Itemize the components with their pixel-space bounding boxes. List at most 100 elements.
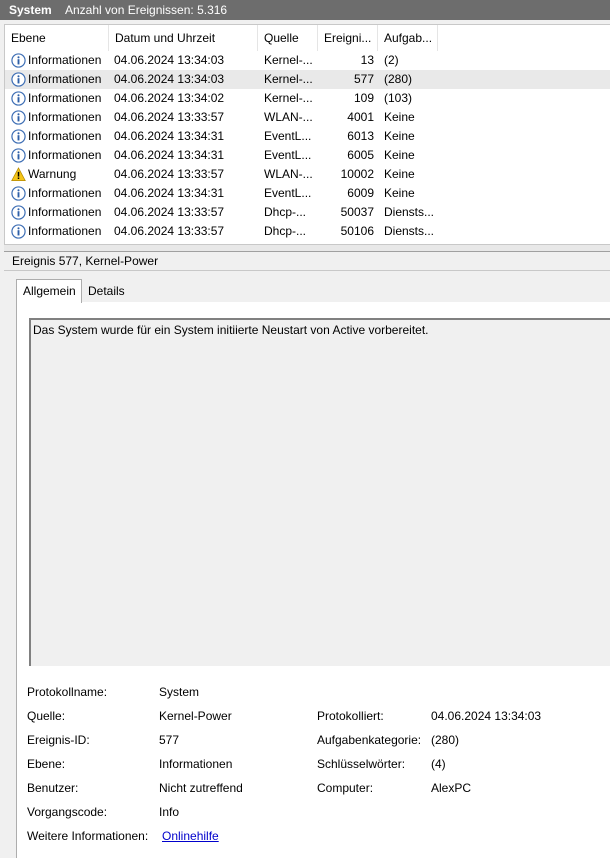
tab-general[interactable]: Allgemein <box>16 279 82 303</box>
table-row[interactable]: Warnung 04.06.2024 13:33:57 WLAN-... 10002 K… <box>5 165 610 184</box>
table-row[interactable]: Informationen 04.06.2024 13:34:02 Kernel-.… <box>5 89 610 108</box>
info-icon <box>11 53 26 68</box>
event-id-cell: 6009 <box>347 186 374 200</box>
task-cell: Diensts... <box>384 224 435 238</box>
source-cell: EventL... <box>264 186 312 200</box>
label-event-id: Ereignis-ID: <box>27 733 90 747</box>
warning-icon <box>11 167 26 182</box>
event-id-cell: 50106 <box>340 224 374 238</box>
table-row[interactable]: Informationen 04.06.2024 13:33:57 WLAN-...… <box>5 108 610 127</box>
event-rows: Informationen 04.06.2024 13:34:03 Kernel-.… <box>5 51 610 241</box>
date-cell: 04.06.2024 13:34:31 <box>114 186 225 200</box>
value-logged: 04.06.2024 13:34:03 <box>431 709 542 723</box>
table-row[interactable]: Informationen 04.06.2024 13:33:57 Dhcp-...… <box>5 203 610 222</box>
column-header-source[interactable]: Quelle <box>258 25 318 51</box>
source-cell: Kernel-... <box>264 91 313 105</box>
column-header-level[interactable]: Ebene <box>5 25 109 51</box>
label-task-category: Aufgabenkategorie: <box>317 733 422 747</box>
info-icon <box>11 110 26 125</box>
source-cell: Dhcp-... <box>264 205 307 219</box>
level-cell: Informationen <box>11 89 111 108</box>
task-cell: Keine <box>384 129 415 143</box>
label-user: Benutzer: <box>27 781 79 795</box>
level-text: Informationen <box>28 91 102 105</box>
date-cell: 04.06.2024 13:34:02 <box>114 91 225 105</box>
date-cell: 04.06.2024 13:33:57 <box>114 167 225 181</box>
label-logged: Protokolliert: <box>317 709 384 723</box>
log-name: System <box>9 3 52 17</box>
label-computer: Computer: <box>317 781 374 795</box>
label-keywords: Schlüsselwörter: <box>317 757 406 771</box>
source-cell: WLAN-... <box>264 110 313 124</box>
task-cell: Diensts... <box>384 205 435 219</box>
date-cell: 04.06.2024 13:34:31 <box>114 129 225 143</box>
info-icon <box>11 205 26 220</box>
label-source: Quelle: <box>27 709 66 723</box>
task-cell: (103) <box>384 91 413 105</box>
event-id-cell: 577 <box>353 72 374 86</box>
date-cell: 04.06.2024 13:34:03 <box>114 72 225 86</box>
event-id-cell: 4001 <box>347 110 374 124</box>
source-cell: Dhcp-... <box>264 224 307 238</box>
table-row[interactable]: Informationen 04.06.2024 13:34:31 EventL..… <box>5 127 610 146</box>
date-cell: 04.06.2024 13:33:57 <box>114 224 225 238</box>
level-text: Informationen <box>28 148 102 162</box>
column-header-event-id[interactable]: Ereigni... <box>318 25 378 51</box>
info-icon <box>11 72 26 87</box>
value-event-id: 577 <box>159 733 180 747</box>
event-id-cell: 6005 <box>347 148 374 162</box>
level-cell: Informationen <box>11 222 111 241</box>
online-help-link[interactable]: Onlinehilfe <box>162 829 219 843</box>
source-cell: Kernel-... <box>264 53 313 67</box>
date-cell: 04.06.2024 13:33:57 <box>114 205 225 219</box>
value-user: Nicht zutreffend <box>159 781 243 795</box>
task-cell: Keine <box>384 186 415 200</box>
event-list-header: Ebene Datum und Uhrzeit Quelle Ereigni..… <box>5 25 610 51</box>
table-row[interactable]: Informationen 04.06.2024 13:34:31 EventL..… <box>5 146 610 165</box>
info-icon <box>11 224 26 239</box>
pane-splitter[interactable] <box>4 244 610 252</box>
source-cell: EventL... <box>264 148 312 162</box>
table-row[interactable]: Informationen 04.06.2024 13:33:57 Dhcp-...… <box>5 222 610 241</box>
table-row[interactable]: Informationen 04.06.2024 13:34:03 Kernel-.… <box>5 51 610 70</box>
info-icon <box>11 91 26 106</box>
label-level: Ebene: <box>27 757 66 771</box>
value-level: Informationen <box>159 757 233 771</box>
event-count: Anzahl von Ereignissen: 5.316 <box>65 3 228 17</box>
column-header-date[interactable]: Datum und Uhrzeit <box>109 25 258 51</box>
info-icon <box>11 129 26 144</box>
level-cell: Informationen <box>11 127 111 146</box>
detail-title: Ereignis 577, Kernel-Power <box>12 254 159 268</box>
level-text: Informationen <box>28 53 102 67</box>
event-id-cell: 6013 <box>347 129 374 143</box>
date-cell: 04.06.2024 13:34:31 <box>114 148 225 162</box>
level-text: Informationen <box>28 110 102 124</box>
task-cell: Keine <box>384 167 415 181</box>
level-cell: Informationen <box>11 51 111 70</box>
event-id-cell: 50037 <box>340 205 374 219</box>
event-id-cell: 10002 <box>340 167 374 181</box>
level-cell: Informationen <box>11 108 111 127</box>
value-log-name: System <box>159 685 200 699</box>
source-cell: EventL... <box>264 129 312 143</box>
value-task-category: (280) <box>431 733 460 747</box>
value-computer: AlexPC <box>431 781 472 795</box>
event-message: Das System wurde für ein System initiier… <box>33 323 429 337</box>
level-cell: Warnung <box>11 165 111 184</box>
date-cell: 04.06.2024 13:33:57 <box>114 110 225 124</box>
column-header-task[interactable]: Aufgab... <box>378 25 438 51</box>
log-header-bar: System Anzahl von Ereignissen: 5.316 <box>0 0 610 20</box>
table-row[interactable]: Informationen 04.06.2024 13:34:31 EventL..… <box>5 184 610 203</box>
event-id-cell: 13 <box>360 53 374 67</box>
task-cell: Keine <box>384 148 415 162</box>
level-text: Informationen <box>28 129 102 143</box>
level-cell: Informationen <box>11 70 111 89</box>
level-cell: Informationen <box>11 203 111 222</box>
source-cell: WLAN-... <box>264 167 313 181</box>
event-message-box[interactable]: Das System wurde für ein System initiier… <box>29 318 610 666</box>
source-cell: Kernel-... <box>264 72 313 86</box>
value-keywords: (4) <box>431 757 446 771</box>
tab-details[interactable]: Details <box>83 280 129 302</box>
event-list[interactable]: Ebene Datum und Uhrzeit Quelle Ereigni..… <box>4 24 610 245</box>
table-row[interactable]: Informationen 04.06.2024 13:34:03 Kernel-.… <box>5 70 610 89</box>
